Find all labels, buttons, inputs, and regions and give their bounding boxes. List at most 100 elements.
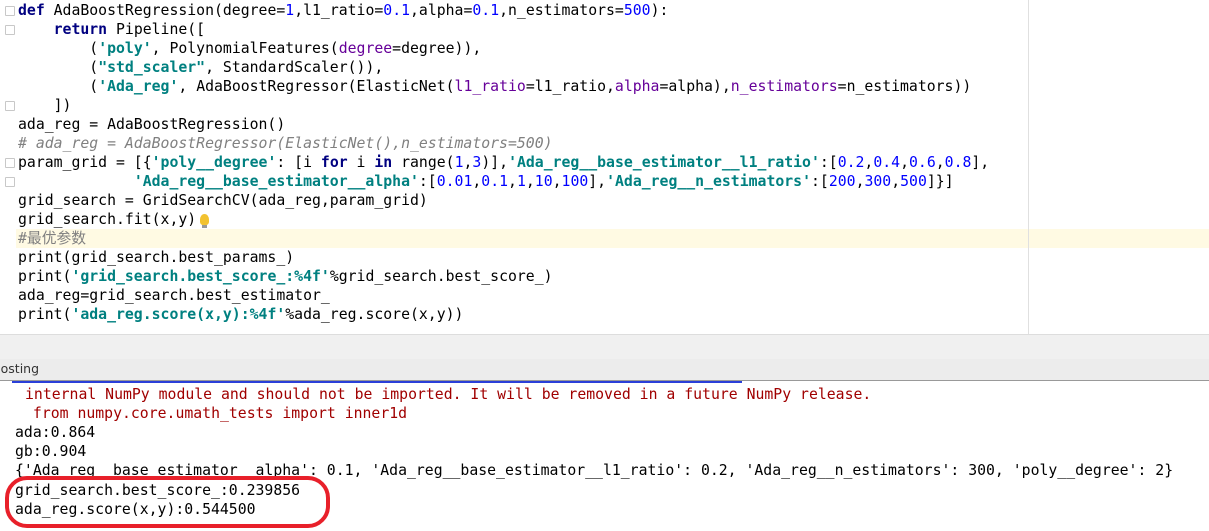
str-token: 'ada_reg.score(x,y):%4f' (71, 306, 286, 323)
num-token: 0.2 (837, 154, 865, 171)
code-line[interactable]: ada_reg=grid_search.best_estimator_ (18, 286, 330, 305)
plain-token: ,l1_ratio= (294, 2, 384, 19)
code-line[interactable]: grid_search.fit(x,y) (18, 210, 210, 229)
plain-token: grid_search = GridSearchCV(ada_reg,param… (18, 192, 428, 209)
num-token: 3 (472, 154, 482, 171)
code-line[interactable]: def AdaBoostRegression(degree=1,l1_ratio… (18, 1, 668, 20)
num-token: 100 (561, 173, 589, 190)
code-line[interactable]: ada_reg = AdaBoostRegression() (18, 115, 285, 134)
plain-token: ): (650, 2, 669, 19)
code-line[interactable]: print(grid_search.best_params_) (18, 248, 294, 267)
plain-token: ]}] (926, 173, 954, 190)
kwarg-token: n_estimators (730, 78, 838, 95)
console-error-line: from numpy.core.umath_tests import inner… (24, 405, 408, 422)
code-line[interactable]: print('grid_search.best_score_:%4f'%grid… (18, 267, 553, 286)
fold-marker-icon[interactable] (5, 158, 15, 168)
code-line[interactable]: # ada_reg = AdaBoostRegressor(ElasticNet… (18, 134, 553, 153)
num-token: 1 (516, 173, 526, 190)
code-line[interactable]: print('ada_reg.score(x,y):%4f'%ada_reg.s… (18, 305, 463, 324)
plain-token: , (472, 173, 482, 190)
kw-token: for (320, 154, 348, 171)
num-token: 0.4 (873, 154, 901, 171)
plain-token: , (900, 154, 909, 171)
plain-token: ,n_estimators= (499, 2, 624, 19)
plain-token: Pipeline([ (107, 21, 206, 38)
str-token: 'poly' (98, 40, 152, 57)
plain-token: , (552, 173, 562, 190)
code-line[interactable]: grid_search = GridSearchCV(ada_reg,param… (18, 191, 428, 210)
plain-token: )], (481, 154, 509, 171)
lightbulb-icon[interactable] (200, 214, 210, 228)
fold-marker-icon[interactable] (5, 6, 15, 16)
plain-token: : [i (276, 154, 321, 171)
plain-token: ]) (18, 97, 72, 114)
fold-marker-icon[interactable] (5, 177, 15, 187)
plain-token: , (864, 154, 874, 171)
plain-token: ( (18, 78, 99, 95)
num-token: 0.01 (436, 173, 473, 190)
str-token: 'grid_search.best_score_:%4f' (71, 268, 330, 285)
plain-token: =l1_ratio, (525, 78, 615, 95)
plain-token: , (525, 173, 535, 190)
num-token: 0.1 (383, 2, 411, 19)
console-link-underline (12, 381, 742, 383)
fold-marker-icon[interactable] (5, 101, 15, 111)
code-line[interactable]: ('Ada_reg', AdaBoostRegressor(ElasticNet… (18, 77, 971, 96)
num-token: 0.6 (909, 154, 936, 171)
plain-token: print(grid_search.best_params_) (18, 249, 295, 266)
str-token: "std_scaler" (98, 59, 206, 76)
num-token: 0.8 (944, 154, 972, 171)
str-token: 'poly__degree' (151, 154, 277, 171)
console-output-line: gb:0.904 (15, 443, 87, 460)
code-line[interactable]: 'Ada_reg__base_estimator__alpha':[0.01,0… (18, 172, 954, 191)
plain-token: AdaBoostRegression(degree= (44, 2, 286, 19)
plain-token: =degree)), (392, 40, 482, 57)
code-editor[interactable]: def AdaBoostRegression(degree=1,l1_ratio… (0, 0, 1209, 334)
plain-token: ( (18, 59, 99, 76)
str-token: 'Ada_reg' (98, 78, 179, 95)
code-line[interactable]: param_grid = [{'poly__degree': [i for i … (18, 153, 989, 172)
console-error-line: internal NumPy module and should not be … (25, 386, 872, 403)
num-token: 1 (285, 2, 295, 19)
plain-token: , (508, 173, 517, 190)
plain-token: range( (392, 154, 455, 171)
num-token: 0.1 (472, 2, 500, 19)
code-line[interactable]: ]) (18, 96, 72, 115)
kw-token: in (374, 154, 393, 171)
plain-token: :[ (418, 173, 437, 190)
plain-token: =n_estimators)) (837, 78, 972, 95)
kwarg-token: degree (338, 40, 393, 57)
plain-token: , AdaBoostRegressor(ElasticNet( (178, 78, 455, 95)
num-token: 500 (900, 173, 927, 190)
right-margin-guide (1028, 0, 1029, 334)
plain-token: param_grid = [{ (18, 154, 152, 171)
fold-marker-icon[interactable] (5, 25, 15, 35)
splitter-bar[interactable] (0, 334, 1209, 360)
plain-token: i (347, 154, 375, 171)
cmt-token: # ada_reg = AdaBoostRegressor(ElasticNet… (18, 135, 553, 152)
str-token: 'Ada_reg__n_estimators' (606, 173, 811, 190)
str-token: 'Ada_reg__base_estimator__l1_ratio' (508, 154, 820, 171)
plain-token: ,alpha= (410, 2, 473, 19)
run-tab-label[interactable]: oosting (0, 361, 39, 376)
plain-token: , (935, 154, 945, 171)
code-line[interactable]: ("std_scaler", StandardScaler()), (18, 58, 383, 77)
num-token: 300 (864, 173, 892, 190)
plain-token: %ada_reg.score(x,y)) (285, 306, 464, 323)
kwarg-token: l1_ratio (454, 78, 526, 95)
plain-token: ( (18, 40, 99, 57)
run-tool-window-header: oosting (0, 359, 1209, 381)
code-line[interactable]: #最优参数 (18, 229, 86, 248)
plain-token: grid_search.fit(x,y) (18, 211, 197, 228)
plain-token: print( (18, 268, 72, 285)
plain-token: ], (588, 173, 607, 190)
cmtcn-token: #最优参数 (18, 230, 87, 247)
code-line[interactable]: return Pipeline([ (18, 20, 205, 39)
kwarg-token: alpha (614, 78, 660, 95)
num-token: 200 (828, 173, 856, 190)
code-line[interactable]: ('poly', PolynomialFeatures(degree=degre… (18, 39, 481, 58)
str-token: 'Ada_reg__base_estimator__alpha' (133, 173, 419, 190)
plain-token: , PolynomialFeatures( (151, 40, 339, 57)
